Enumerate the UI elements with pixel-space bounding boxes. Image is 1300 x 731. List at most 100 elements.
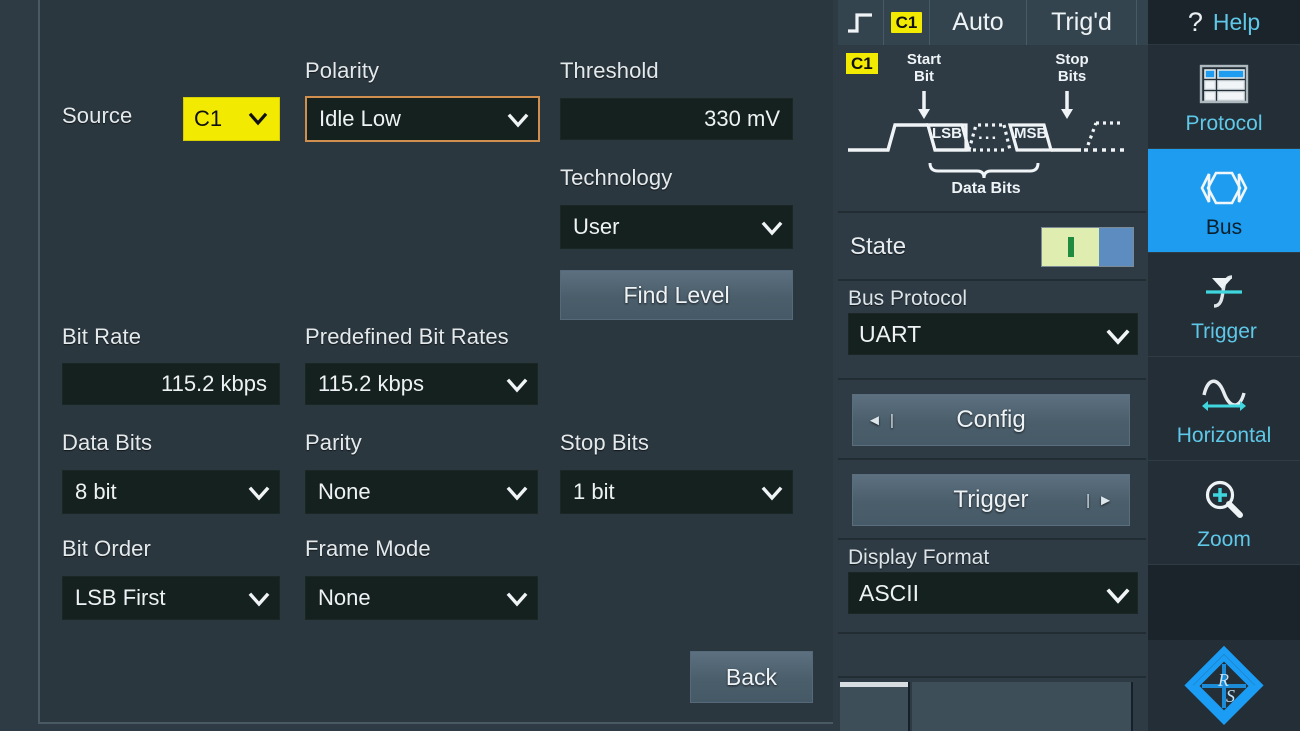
chevron-down-icon bbox=[505, 481, 527, 503]
msb-label: MSB bbox=[1014, 125, 1047, 142]
trigger-slope-icon bbox=[1198, 266, 1250, 318]
data-bits-diagram-label: Data Bits bbox=[946, 180, 1026, 198]
bit-order-select[interactable]: LSB First bbox=[62, 576, 280, 620]
magnifier-plus-icon bbox=[1198, 474, 1250, 526]
oscilloscope-screen: Source C1 Polarity Idle Low Thresh bbox=[0, 0, 1300, 731]
technology-value: User bbox=[573, 214, 619, 240]
predefined-bit-rates-label: Predefined Bit Rates bbox=[305, 324, 509, 350]
chevron-down-icon bbox=[505, 587, 527, 609]
sidebar-item-label: Bus bbox=[1206, 216, 1242, 240]
bus-protocol-label: Bus Protocol bbox=[838, 283, 1146, 313]
parity-value: None bbox=[318, 479, 371, 505]
predefined-bit-rates-select[interactable]: 115.2 kbps bbox=[305, 363, 538, 405]
state-toggle-off bbox=[1099, 228, 1133, 266]
display-format-select[interactable]: ASCII bbox=[848, 572, 1138, 614]
config-panel: ◄ | Config bbox=[838, 382, 1146, 460]
sidebar-item-label: Horizontal bbox=[1177, 424, 1272, 448]
display-format-value: ASCII bbox=[859, 580, 919, 607]
predefined-bit-rates-value: 115.2 kbps bbox=[318, 371, 424, 397]
data-bits-select[interactable]: 8 bit bbox=[62, 470, 280, 514]
stop-bits-label: Stop Bits bbox=[560, 430, 649, 456]
trigger-status-button[interactable]: Trig'd bbox=[1027, 0, 1137, 45]
rohde-schwarz-logo-icon[interactable]: R S bbox=[1148, 640, 1300, 731]
display-format-label: Display Format bbox=[838, 542, 1146, 572]
bit-order-value: LSB First bbox=[75, 585, 165, 611]
trigger-panel: Trigger | ► bbox=[838, 462, 1146, 540]
bit-order-label: Bit Order bbox=[62, 536, 151, 562]
polarity-label: Polarity bbox=[305, 58, 379, 84]
source-label-wrap: Source bbox=[62, 103, 132, 129]
chevron-down-icon bbox=[506, 108, 528, 130]
bottom-tool-slot-2[interactable] bbox=[912, 682, 1133, 731]
bus-protocol-select[interactable]: UART bbox=[848, 313, 1138, 355]
trigger-slope-icon[interactable] bbox=[838, 0, 884, 45]
slot-indicator bbox=[840, 682, 908, 687]
state-panel: State bbox=[838, 215, 1146, 281]
polarity-value: Idle Low bbox=[319, 106, 401, 132]
bus-eye-icon bbox=[1196, 162, 1252, 214]
sidebar-item-label: Trigger bbox=[1191, 320, 1257, 344]
state-toggle[interactable] bbox=[1041, 227, 1134, 267]
state-toggle-on bbox=[1042, 228, 1099, 266]
stop-bits-select[interactable]: 1 bit bbox=[560, 470, 793, 514]
technology-select[interactable]: User bbox=[560, 205, 793, 249]
source-select[interactable]: C1 bbox=[183, 97, 280, 141]
frame-mode-select[interactable]: None bbox=[305, 576, 538, 620]
right-sidebar: ? Help Protocol bbox=[1148, 0, 1300, 731]
channel-badge-label: C1 bbox=[891, 12, 923, 33]
stop-bits-value: 1 bit bbox=[573, 479, 615, 505]
channel-badge[interactable]: C1 bbox=[884, 0, 930, 45]
left-arrow-icon: ◄ | bbox=[867, 412, 896, 429]
find-level-button[interactable]: Find Level bbox=[560, 270, 793, 320]
bit-rate-value: 115.2 kbps bbox=[161, 371, 267, 397]
frame-mode-value: None bbox=[318, 585, 371, 611]
sidebar-item-protocol[interactable]: Protocol bbox=[1148, 45, 1300, 149]
threshold-input[interactable]: 330 mV bbox=[560, 98, 793, 140]
find-level-label: Find Level bbox=[623, 282, 729, 309]
acquisition-mode-label: Auto bbox=[952, 8, 1003, 37]
sidebar-item-bus[interactable]: Bus bbox=[1148, 149, 1300, 253]
bottom-tool-slot-1[interactable] bbox=[840, 682, 910, 731]
chevron-down-icon bbox=[247, 108, 269, 130]
source-value: C1 bbox=[194, 106, 222, 132]
threshold-value: 330 mV bbox=[704, 106, 780, 132]
help-button[interactable]: ? Help bbox=[1148, 0, 1300, 45]
uart-frame-diagram: C1 Start Bit Stop Bits bbox=[838, 45, 1146, 213]
ellipsis-label: ... bbox=[978, 124, 998, 144]
acquisition-mode-button[interactable]: Auto bbox=[930, 0, 1027, 45]
source-label: Source bbox=[62, 103, 132, 129]
bit-rate-input[interactable]: 115.2 kbps bbox=[62, 363, 280, 405]
bottom-toolbar bbox=[838, 680, 1148, 731]
data-bits-label: Data Bits bbox=[62, 430, 152, 456]
polarity-select[interactable]: Idle Low bbox=[305, 96, 540, 142]
empty-panel bbox=[838, 636, 1146, 678]
technology-label: Technology bbox=[560, 165, 672, 191]
chevron-down-icon bbox=[247, 481, 269, 503]
frame-mode-label: Frame Mode bbox=[305, 536, 431, 562]
question-mark-icon: ? bbox=[1188, 7, 1203, 38]
parity-label: Parity bbox=[305, 430, 362, 456]
config-button[interactable]: ◄ | Config bbox=[852, 394, 1130, 446]
sidebar-item-horizontal[interactable]: Horizontal bbox=[1148, 357, 1300, 461]
sidebar-item-trigger[interactable]: Trigger bbox=[1148, 253, 1300, 357]
state-toggle-mark bbox=[1068, 237, 1074, 257]
uart-bus-config-dialog: Source C1 Polarity Idle Low Thresh bbox=[38, 0, 833, 724]
trigger-button[interactable]: Trigger | ► bbox=[852, 474, 1130, 526]
state-label: State bbox=[850, 233, 906, 261]
back-button[interactable]: Back bbox=[690, 651, 813, 703]
threshold-label: Threshold bbox=[560, 58, 659, 84]
config-label: Config bbox=[956, 406, 1025, 434]
trigger-button-label: Trigger bbox=[953, 486, 1028, 514]
bus-protocol-value: UART bbox=[859, 321, 921, 348]
data-bits-value: 8 bit bbox=[75, 479, 117, 505]
horizontal-wave-icon bbox=[1196, 370, 1252, 422]
chevron-down-icon bbox=[760, 481, 782, 503]
protocol-list-icon bbox=[1197, 58, 1251, 110]
parity-select[interactable]: None bbox=[305, 470, 538, 514]
chevron-down-icon bbox=[247, 587, 269, 609]
sidebar-item-zoom[interactable]: Zoom bbox=[1148, 461, 1300, 565]
right-arrow-icon: | ► bbox=[1086, 492, 1115, 509]
chevron-down-icon bbox=[1105, 582, 1127, 604]
chevron-down-icon bbox=[1105, 323, 1127, 345]
chevron-down-icon bbox=[760, 216, 782, 238]
